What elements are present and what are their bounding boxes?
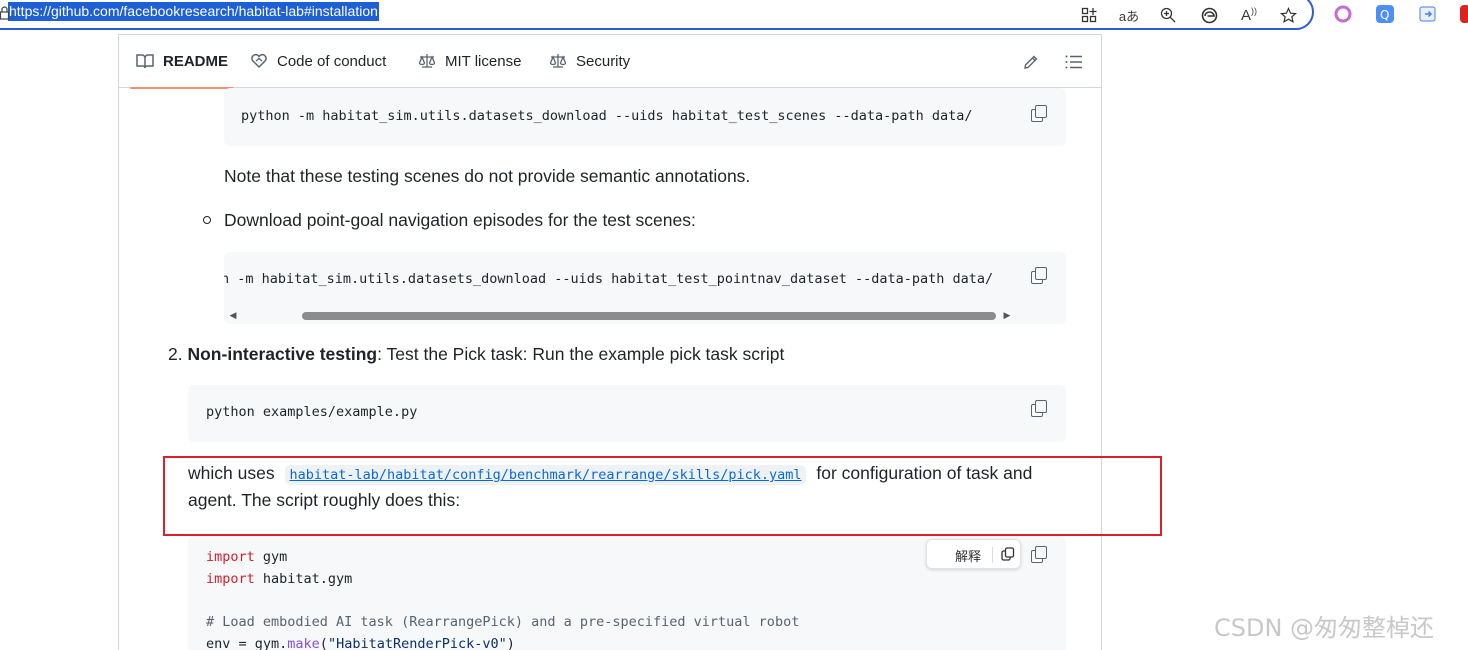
copy-icon[interactable] (1029, 544, 1051, 566)
book-icon (136, 53, 154, 71)
law-icon (549, 53, 567, 71)
extension-arrow-icon[interactable] (1419, 5, 1437, 23)
svg-text:Q: Q (1380, 8, 1389, 22)
translate-icon[interactable]: aあ (1118, 4, 1140, 26)
bullet-circle (203, 216, 211, 224)
edge-icon[interactable] (1198, 4, 1220, 26)
readme-tabs: README Code of conduct MIT license Secur… (119, 35, 1101, 89)
code-text: env = gym. (206, 636, 288, 650)
zoom-icon[interactable] (1157, 4, 1179, 26)
watermark: CSDN @匆匆整棹还 (1214, 614, 1435, 642)
explain-popup[interactable]: 解释 (926, 539, 1021, 569)
lock-icon[interactable] (0, 6, 10, 20)
code-block-example-script: python examples/example.py (188, 385, 1066, 442)
copy-icon[interactable] (1029, 398, 1051, 420)
code-line: import gym (206, 549, 287, 565)
code-function: make (287, 636, 320, 650)
copy-icon[interactable] (1029, 265, 1051, 287)
tab-label: Security (576, 53, 631, 70)
note-text: Note that these testing scenes do not pr… (224, 166, 751, 186)
scroll-left-arrow-icon[interactable]: ◀ (228, 309, 238, 321)
favorite-icon[interactable] (1277, 4, 1299, 26)
code-text: habitat.gym (254, 571, 353, 587)
step-2-item: 2. Non-interactive testing: Test the Pic… (168, 344, 784, 365)
address-bar[interactable]: https://github.com/facebookresearch/habi… (0, 0, 1314, 30)
tab-code-of-conduct[interactable]: Code of conduct (250, 35, 386, 88)
address-url[interactable]: https://github.com/facebookresearch/habi… (8, 2, 379, 21)
code-line: import habitat.gym (206, 571, 352, 587)
code-keyword: import (206, 549, 255, 565)
edit-pencil-icon[interactable] (1019, 50, 1043, 74)
highlight-box (163, 456, 1162, 536)
outline-list-icon[interactable] (1062, 50, 1086, 74)
tab-label: README (163, 53, 229, 70)
code-keyword: import (206, 571, 255, 587)
browser-toolbar: https://github.com/facebookresearch/habi… (0, 0, 1468, 30)
divider (992, 547, 993, 563)
step-2-text: : Test the Pick task: Run the example pi… (377, 344, 785, 364)
heart-icon (250, 53, 268, 71)
scrollbar-thumb[interactable] (302, 312, 996, 320)
apps-icon[interactable] (1078, 4, 1100, 26)
copy-icon[interactable] (1029, 103, 1051, 125)
tab-label: Code of conduct (277, 53, 387, 70)
copy-small-icon[interactable] (1001, 547, 1015, 561)
tab-label: MIT license (445, 53, 522, 70)
extension-circle-icon[interactable] (1334, 5, 1352, 23)
read-aloud-icon[interactable]: A)) (1238, 4, 1260, 26)
code-block-download-scenes: python -m habitat_sim.utils.datasets_dow… (224, 88, 1066, 146)
code-comment: # Load embodied AI task (RearrangePick) … (206, 614, 800, 630)
code-text: ) (506, 636, 515, 650)
extension-translate-icon[interactable]: Q (1376, 5, 1394, 23)
bullet-text: Download point-goal navigation episodes … (224, 210, 696, 230)
tab-readme[interactable]: README (129, 35, 235, 89)
law-icon (418, 53, 436, 71)
horizontal-scrollbar[interactable]: ◀ ▶ (224, 305, 1014, 323)
code-string: "HabitatRenderPick-v0" (327, 636, 507, 650)
tab-security[interactable]: Security (549, 35, 630, 88)
list-number: 2. (168, 344, 183, 364)
tab-mit-license[interactable]: MIT license (418, 35, 521, 88)
code-line: env = gym.make("HabitatRenderPick-v0") (206, 636, 515, 650)
step-2-bold: Non-interactive testing (187, 344, 378, 364)
code-line: n -m habitat_sim.utils.datasets_download… (224, 271, 994, 287)
extension-badge-icon[interactable] (1460, 5, 1468, 23)
code-text: ( (319, 636, 328, 650)
code-line: python examples/example.py (206, 404, 418, 420)
scroll-right-arrow-icon[interactable]: ▶ (1002, 309, 1012, 321)
explain-button[interactable]: 解释 (955, 546, 981, 565)
code-line: python -m habitat_sim.utils.datasets_dow… (241, 108, 973, 124)
code-text: gym (254, 549, 288, 565)
